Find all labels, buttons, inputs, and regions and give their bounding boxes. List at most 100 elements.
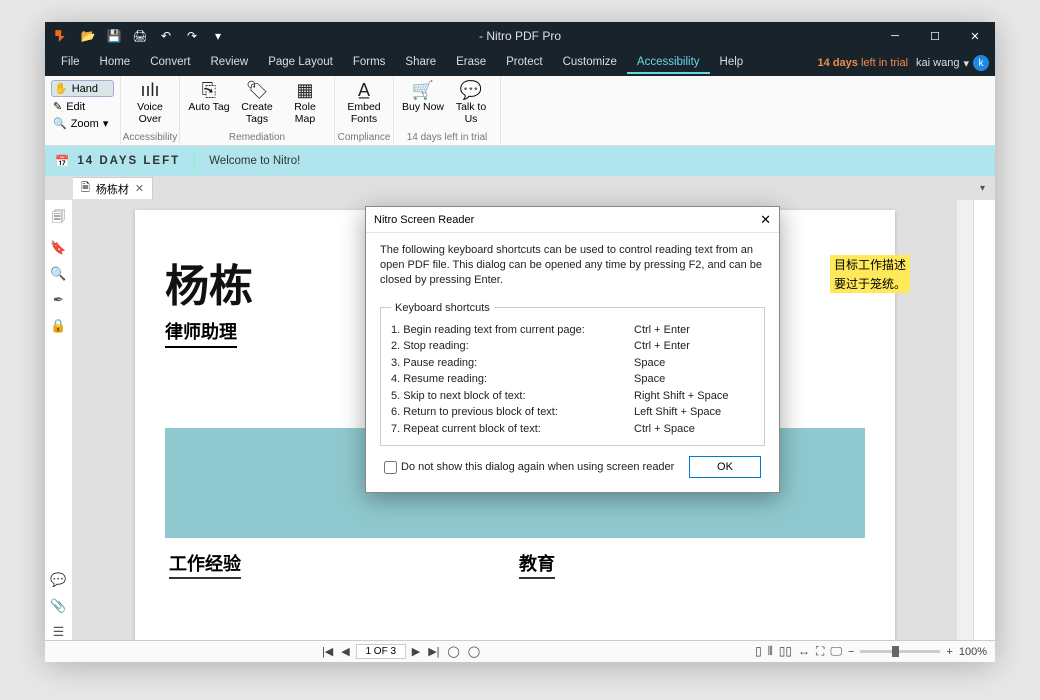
role-map-button[interactable]: ▦Role Map: [284, 80, 326, 125]
menu-page-layout[interactable]: Page Layout: [258, 52, 343, 74]
single-page-icon[interactable]: ▯: [755, 644, 762, 659]
ribbon-view-tools: ✋ Hand ✎ Edit 🔍 Zoom ▾: [45, 76, 121, 145]
document-tab[interactable]: 🗎 杨栋材 ✕: [73, 177, 153, 199]
security-panel-icon[interactable]: 🔒: [50, 318, 66, 334]
role-map-icon: ▦: [296, 80, 313, 102]
menu-erase[interactable]: Erase: [446, 52, 496, 74]
print-icon[interactable]: 🖨: [131, 27, 149, 45]
dont-show-checkbox[interactable]: Do not show this dialog again when using…: [384, 461, 674, 474]
prev-page-button[interactable]: ◀: [339, 645, 351, 658]
shortcut-row: 5. Skip to next block of text:Right Shif…: [391, 388, 754, 405]
menu-share[interactable]: Share: [395, 52, 446, 74]
auto-tag-icon: ⎘: [202, 80, 216, 102]
save-icon[interactable]: 💾: [105, 27, 123, 45]
screen-reader-dialog: Nitro Screen Reader ✕ The following keyb…: [365, 206, 780, 493]
signatures-panel-icon[interactable]: ✒: [53, 292, 64, 308]
document-tabstrip: 🗎 杨栋材 ✕ ▾: [45, 176, 995, 200]
highlight-annotation: 要过于笼统。: [830, 274, 910, 293]
dialog-intro-text: The following keyboard shortcuts can be …: [380, 243, 765, 288]
fit-page-icon[interactable]: ⛶: [816, 644, 824, 659]
nitro-logo-icon: [51, 27, 69, 45]
days-left-badge: 📅 14 DAYS LEFT: [55, 154, 180, 168]
dialog-titlebar[interactable]: Nitro Screen Reader ✕: [366, 207, 779, 233]
attachments-panel-icon[interactable]: 📎: [50, 598, 66, 614]
page-input[interactable]: [356, 644, 406, 659]
continuous-icon[interactable]: ⫴: [768, 644, 773, 659]
statusbar: |◀ ◀ ▶ ▶| ◯ ◯ ▯ ⫴ ▯▯ ↔ ⛶ 🖵 − + 100%: [45, 640, 995, 662]
voice-over-button[interactable]: ıılıVoice Over: [129, 80, 171, 125]
pages-panel-icon[interactable]: 🗐: [52, 208, 65, 230]
app-title: - Nitro PDF Pro: [479, 29, 561, 43]
maximize-button[interactable]: ☐: [915, 22, 955, 50]
undo-icon[interactable]: ↶: [157, 27, 175, 45]
doc-icon: 🗎: [81, 179, 90, 198]
dialog-title: Nitro Screen Reader: [374, 214, 474, 226]
open-icon[interactable]: 📂: [79, 27, 97, 45]
close-button[interactable]: ✕: [955, 22, 995, 50]
embed-fonts-button[interactable]: A̲Embed Fonts: [343, 80, 385, 125]
minimize-button[interactable]: ─: [875, 22, 915, 50]
next-page-button[interactable]: ▶: [410, 645, 422, 658]
close-tab-icon[interactable]: ✕: [135, 182, 144, 195]
zoom-in-button[interactable]: +: [946, 646, 952, 658]
menu-forms[interactable]: Forms: [343, 52, 396, 74]
shortcut-key: Ctrl + Enter: [634, 322, 754, 339]
first-page-button[interactable]: |◀: [320, 645, 335, 658]
menu-accessibility[interactable]: Accessibility: [627, 52, 710, 74]
dialog-close-icon[interactable]: ✕: [760, 212, 771, 228]
layers-panel-icon[interactable]: ☰: [53, 624, 65, 640]
shortcut-key: Space: [634, 355, 754, 372]
create-tags-button[interactable]: 🏷Create Tags: [236, 80, 278, 125]
fullscreen-icon[interactable]: 🖵: [830, 644, 842, 659]
menubar: FileHomeConvertReviewPage LayoutFormsSha…: [45, 50, 995, 76]
dont-show-checkbox-input[interactable]: [384, 461, 397, 474]
trial-indicator: 14 days left in trial: [818, 57, 909, 69]
last-page-button[interactable]: ▶|: [426, 645, 441, 658]
shortcut-key: Ctrl + Space: [634, 421, 754, 438]
menu-review[interactable]: Review: [201, 52, 259, 74]
user-menu[interactable]: kai wang ▾ k: [916, 55, 989, 71]
menu-home[interactable]: Home: [90, 52, 141, 74]
shortcut-key: Ctrl + Enter: [634, 338, 754, 355]
buy-now-button[interactable]: 🛒Buy Now: [402, 80, 444, 125]
zoom-level: 100%: [959, 646, 987, 658]
shortcut-label: 7. Repeat current block of text:: [391, 421, 634, 438]
qat-dropdown-icon[interactable]: ▾: [209, 27, 227, 45]
shortcut-row: 7. Repeat current block of text:Ctrl + S…: [391, 421, 754, 438]
shortcuts-fieldset: Keyboard shortcuts 1. Begin reading text…: [380, 302, 765, 447]
auto-tag-button[interactable]: ⎘Auto Tag: [188, 80, 230, 125]
talk-to-us-button[interactable]: 💬Talk to Us: [450, 80, 492, 125]
zoom-tool[interactable]: 🔍 Zoom ▾: [51, 116, 114, 131]
bookmarks-panel-icon[interactable]: 🔖: [50, 240, 66, 256]
menu-help[interactable]: Help: [710, 52, 754, 74]
shortcut-label: 3. Pause reading:: [391, 355, 634, 372]
menu-convert[interactable]: Convert: [140, 52, 200, 74]
shortcut-key: Space: [634, 371, 754, 388]
app-window: 📂 💾 🖨 ↶ ↷ ▾ - Nitro PDF Pro ─ ☐ ✕ FileHo…: [45, 22, 995, 662]
facing-icon[interactable]: ▯▯: [779, 644, 792, 659]
menu-file[interactable]: File: [51, 52, 90, 74]
tabstrip-overflow-icon[interactable]: ▾: [980, 183, 985, 194]
vertical-scrollbar[interactable]: [957, 200, 973, 640]
hand-tool[interactable]: ✋ Hand: [51, 80, 114, 97]
edit-tool[interactable]: ✎ Edit: [51, 99, 114, 114]
menu-protect[interactable]: Protect: [496, 52, 552, 74]
ribbon: ✋ Hand ✎ Edit 🔍 Zoom ▾ ıılıVoice Over Ac…: [45, 76, 995, 146]
forward-nav-button[interactable]: ◯: [466, 645, 482, 658]
comments-panel-icon[interactable]: 💬: [50, 572, 66, 588]
ok-button[interactable]: OK: [689, 456, 761, 478]
welcome-text: Welcome to Nitro!: [209, 155, 300, 167]
menu-customize[interactable]: Customize: [553, 52, 627, 74]
ribbon-group-remediation: Remediation: [180, 132, 334, 145]
trial-banner: 📅 14 DAYS LEFT Welcome to Nitro!: [45, 146, 995, 176]
zoom-slider[interactable]: [860, 650, 940, 653]
page-navigator: |◀ ◀ ▶ ▶| ◯ ◯: [320, 644, 482, 659]
back-nav-button[interactable]: ◯: [446, 645, 462, 658]
section-heading-experience: 工作经验: [169, 550, 241, 579]
tag-icon: 🏷: [246, 80, 269, 102]
redo-icon[interactable]: ↷: [183, 27, 201, 45]
search-panel-icon[interactable]: 🔍: [50, 266, 66, 282]
zoom-out-button[interactable]: −: [848, 646, 854, 658]
highlight-annotation: 目标工作描述: [830, 255, 910, 274]
fit-width-icon[interactable]: ↔: [798, 644, 810, 659]
